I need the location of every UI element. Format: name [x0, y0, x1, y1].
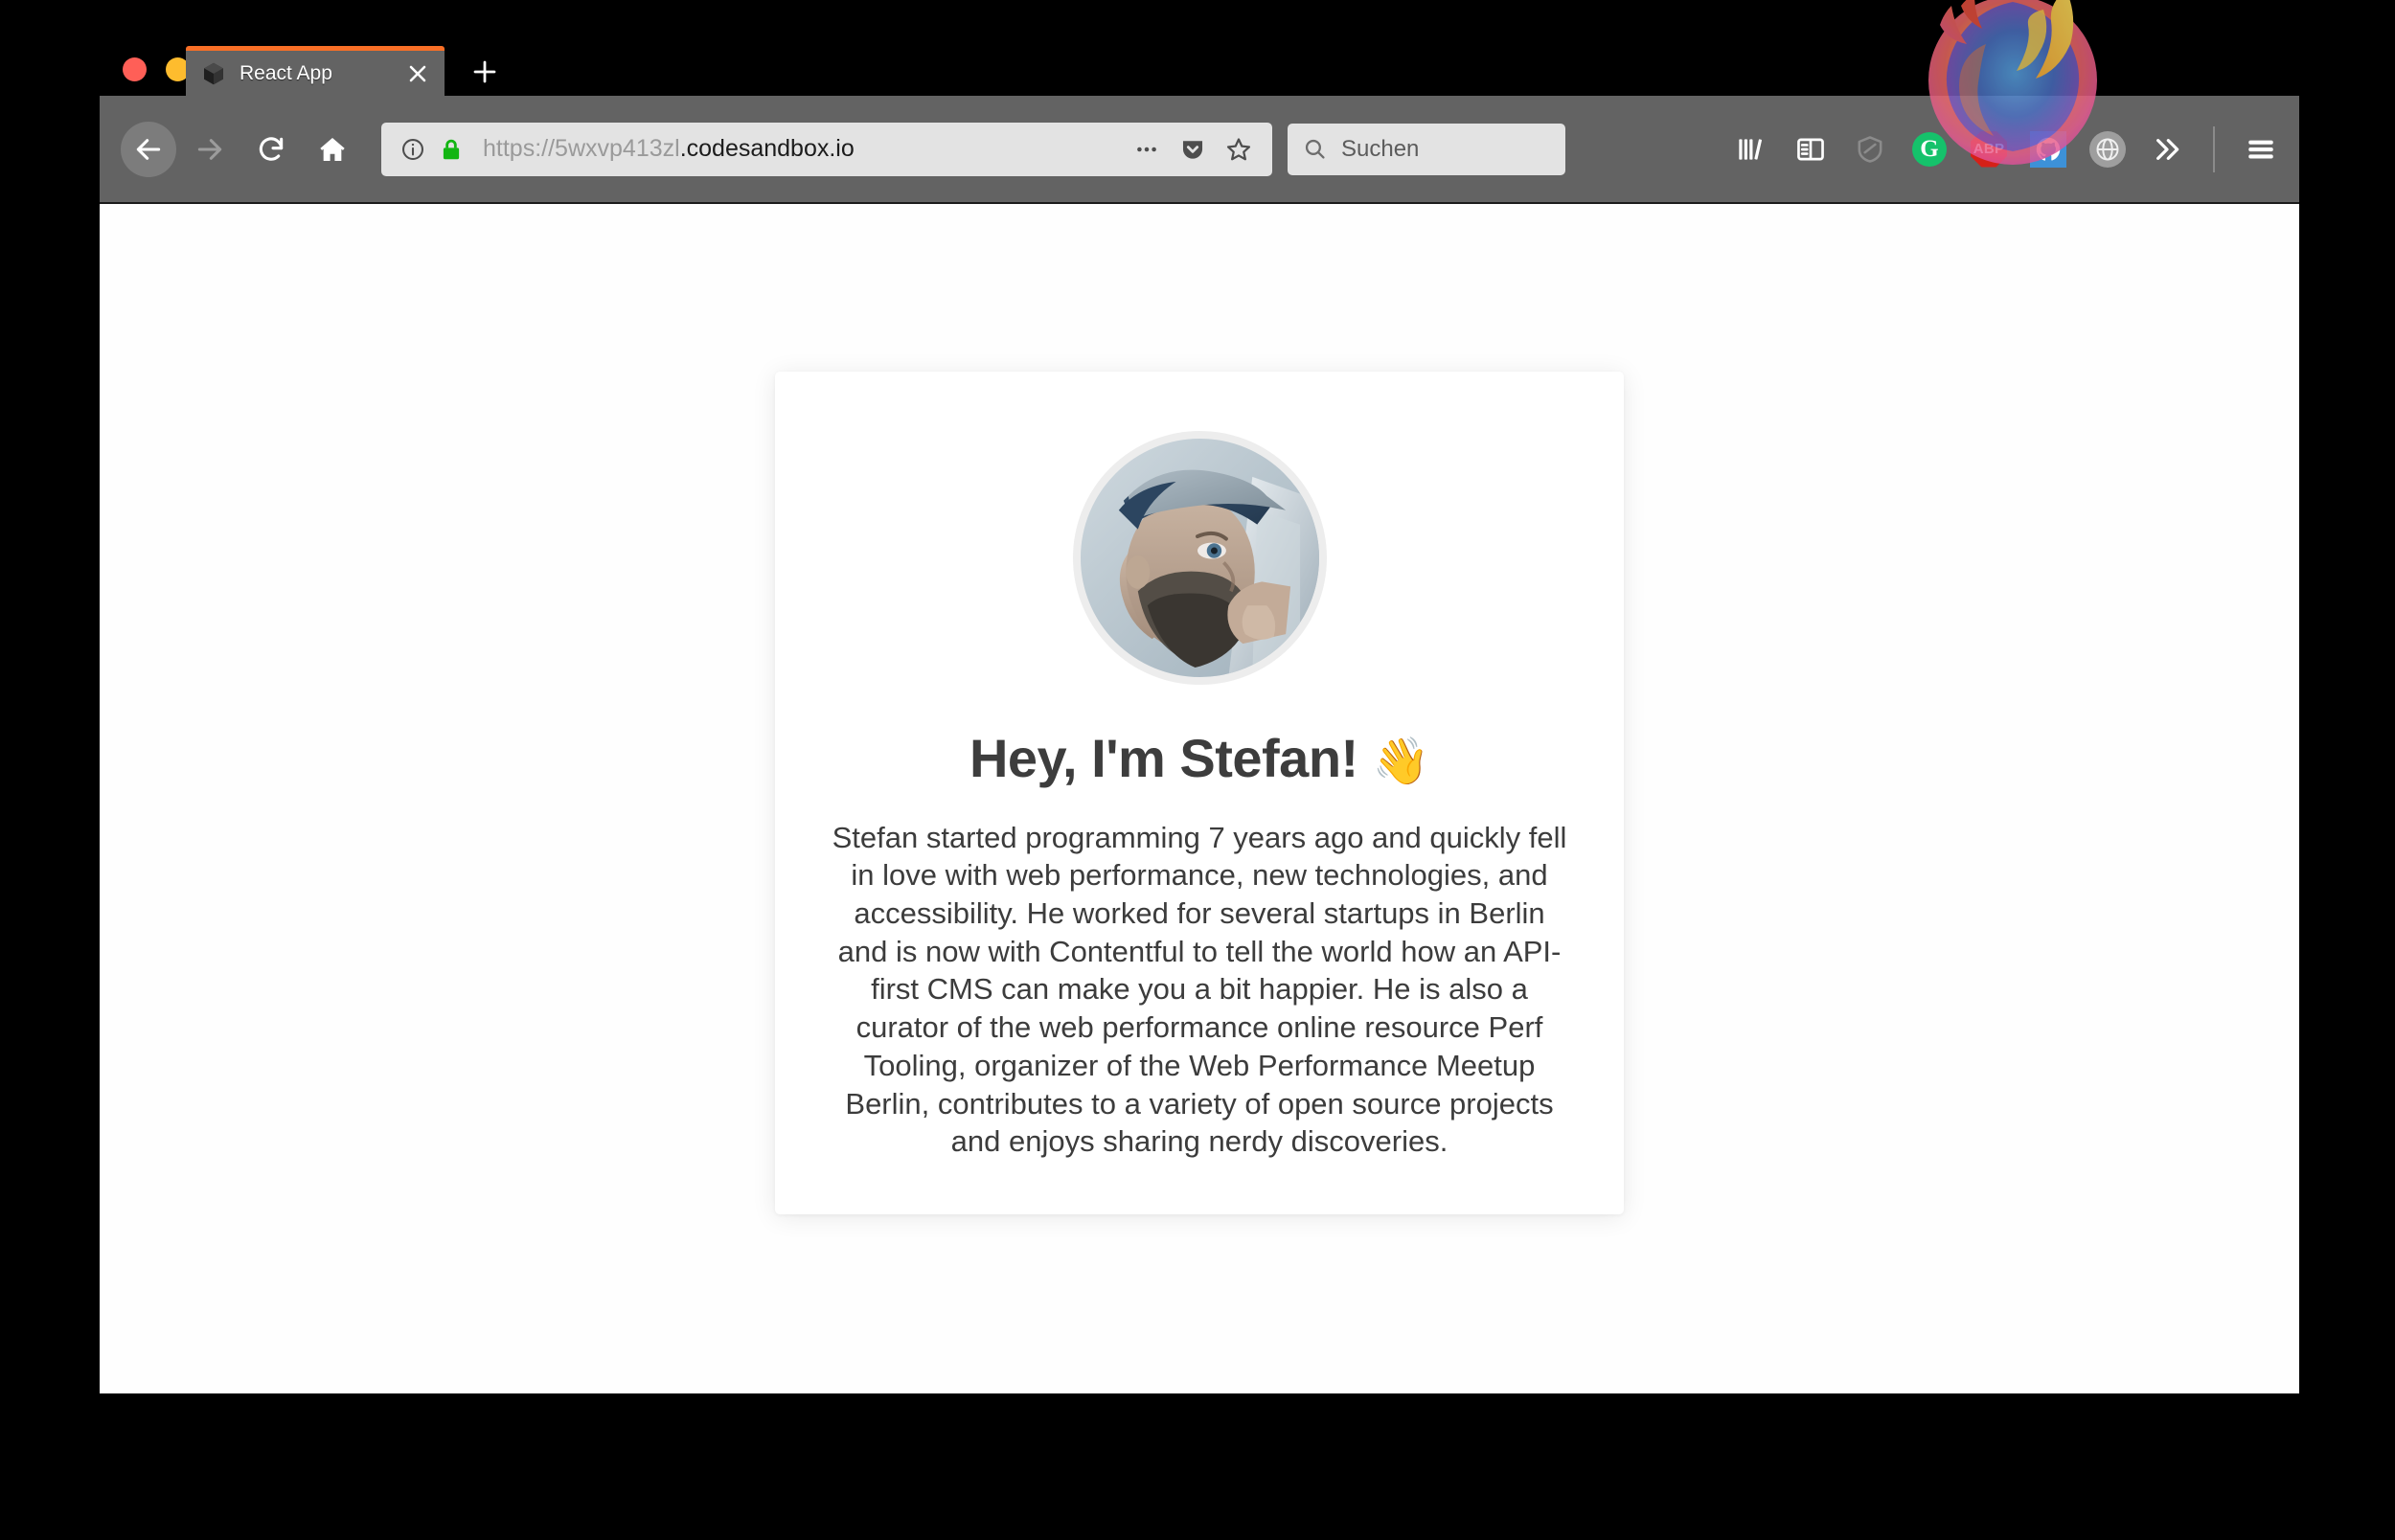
url-scheme-subdomain: https:// — [483, 135, 556, 162]
info-circle-icon[interactable] — [399, 135, 427, 164]
search-input[interactable]: Suchen — [1288, 123, 1565, 175]
url-bar[interactable]: https://5wxvp413zl.codesandbox.io — [381, 122, 1272, 176]
padlock-icon[interactable] — [437, 135, 466, 164]
search-placeholder: Suchen — [1341, 135, 1420, 162]
page-actions-icon[interactable] — [1130, 133, 1163, 166]
grammarly-badge: G — [1912, 131, 1947, 167]
globe-extension-icon[interactable] — [2088, 130, 2127, 169]
overflow-chevrons-icon[interactable] — [2148, 130, 2186, 169]
close-window-button[interactable] — [123, 57, 147, 81]
globe-badge — [2089, 130, 2126, 168]
tab-react-app[interactable]: React App — [186, 46, 445, 96]
page-title: Hey, I'm Stefan! 👋 — [969, 728, 1430, 788]
url-bar-actions — [1130, 133, 1261, 166]
toolbar-divider — [2213, 125, 2215, 172]
browser-window: React App https://5wxvp413zl.codesandbox… — [100, 38, 2299, 1393]
bio-paragraph: Stefan started programming 7 years ago a… — [832, 820, 1567, 1159]
page-title-text: Hey, I'm Stefan! — [969, 728, 1373, 788]
page-content: Hey, I'm Stefan! 👋 Stefan started progra… — [100, 204, 2299, 1393]
bookmark-star-icon[interactable] — [1222, 133, 1255, 166]
url-domain: .codesandbox.io — [679, 135, 855, 162]
app-menu-icon[interactable] — [2242, 130, 2280, 169]
new-tab-button[interactable] — [468, 56, 501, 88]
waving-hand-emoji: 👋 — [1372, 736, 1430, 787]
toolbar-icons: G ABP — [1732, 125, 2280, 172]
profile-card: Hey, I'm Stefan! 👋 Stefan started progra… — [775, 372, 1624, 1214]
abp-badge: ABP — [1971, 130, 2007, 168]
adblock-plus-extension-icon[interactable]: ABP — [1970, 130, 2008, 169]
github-extension-icon[interactable] — [2029, 130, 2067, 169]
reload-icon[interactable] — [243, 122, 299, 177]
forward-arrow-icon[interactable] — [182, 122, 238, 177]
pocket-icon[interactable] — [1176, 133, 1209, 166]
codesandbox-cube-icon — [201, 61, 226, 86]
search-icon — [1301, 136, 1328, 163]
sidebar-icon[interactable] — [1791, 130, 1830, 169]
close-tab-button[interactable] — [404, 60, 431, 87]
navigation-toolbar: https://5wxvp413zl.codesandbox.io Suchen… — [100, 96, 2299, 204]
url-subdomain: 5wxvp413zl — [555, 135, 680, 162]
github-badge — [2030, 130, 2066, 168]
url-text[interactable]: https://5wxvp413zl.codesandbox.io — [483, 135, 1130, 163]
grammarly-extension-icon[interactable]: G — [1910, 130, 1949, 169]
shield-icon[interactable] — [1851, 130, 1889, 169]
titlebar: React App — [100, 38, 2299, 96]
avatar — [1072, 431, 1327, 685]
library-icon[interactable] — [1732, 130, 1770, 169]
home-icon[interactable] — [305, 122, 360, 177]
tab-title: React App — [240, 61, 332, 84]
back-arrow-icon[interactable] — [121, 121, 176, 177]
